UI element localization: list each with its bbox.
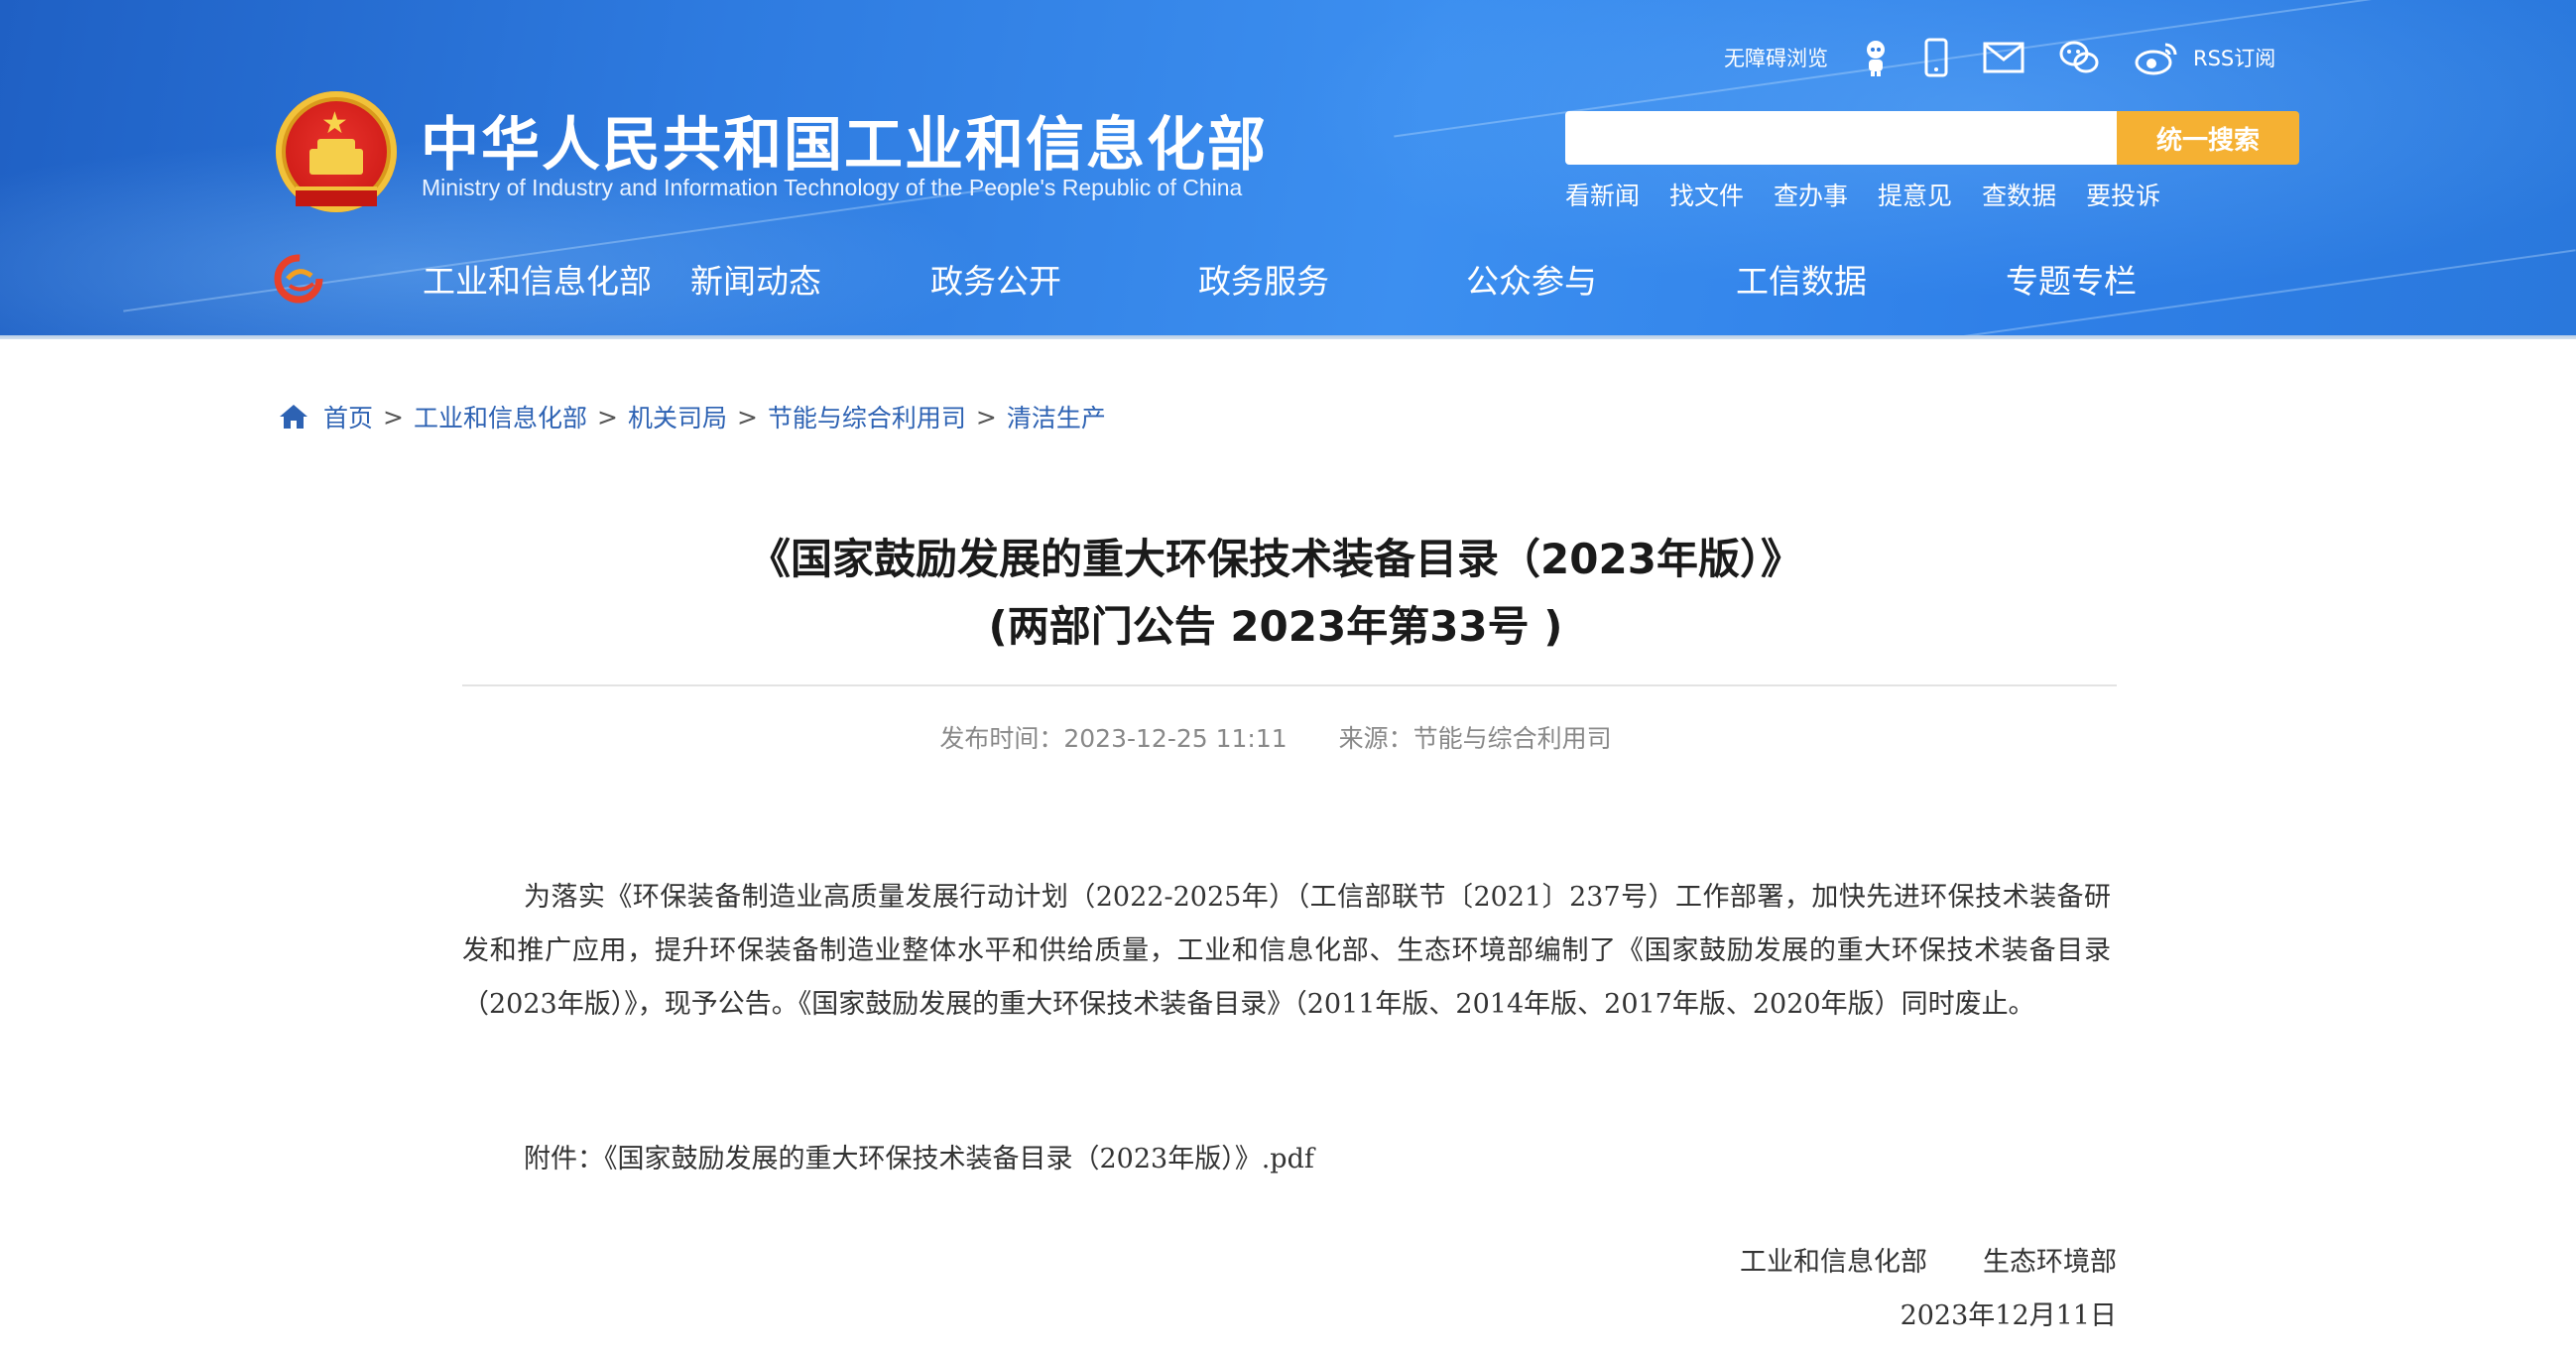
article-subtitle: (两部门公告 2023年第33号 ) (988, 602, 1563, 651)
quicklink-documents[interactable]: 找文件 (1669, 177, 1744, 212)
title-divider (462, 684, 2117, 686)
site-title[interactable]: 中华人民共和国工业和信息化部 (421, 97, 1268, 182)
attachment-line: 附件：《国家鼓励发展的重大环保技术装备目录（2023年版）》.pdf (524, 1133, 2172, 1186)
mobile-icon[interactable] (1923, 38, 1949, 77)
mail-icon[interactable] (1983, 42, 2024, 73)
breadcrumb-separator: > (975, 402, 997, 432)
nav-item-ministry[interactable]: 工业和信息化部 (423, 254, 652, 309)
article-meta: 发布时间：2023-12-25 11:11 来源：节能与综合利用司 (462, 719, 2089, 755)
rss-link[interactable]: RSS订阅 (2193, 43, 2275, 72)
signer-mee: 生态环境部 (1983, 1247, 2117, 1278)
star-icon: ★ (321, 106, 348, 141)
signing-date: 2023年12月11日 (1900, 1300, 2117, 1331)
nav-item-government-affairs[interactable]: 政务公开 (913, 254, 1182, 309)
nav-item-special-topics[interactable]: 专题专栏 (1992, 254, 2190, 309)
site-header: ★ 中华人民共和国工业和信息化部 Ministry of Industry an… (0, 0, 2576, 339)
quicklink-data[interactable]: 查数据 (1982, 177, 2056, 212)
header-shadow (0, 335, 2576, 339)
robot-assistant-icon[interactable] (1862, 38, 1890, 77)
weibo-icon[interactable] (2134, 39, 2179, 76)
nav-item-news[interactable]: 新闻动态 (643, 254, 913, 309)
breadcrumb-separator: > (736, 402, 758, 432)
nav-item-government-services[interactable]: 政务服务 (1182, 254, 1452, 309)
breadcrumb-home[interactable]: 首页 (323, 399, 373, 434)
article-title: 《国家鼓励发展的重大环保技术装备目录（2023年版）》 (749, 535, 1802, 583)
search-button[interactable]: 统一搜索 (2117, 111, 2299, 165)
accessibility-link[interactable]: 无障碍浏览 (1724, 43, 1828, 72)
quicklink-services[interactable]: 查办事 (1774, 177, 1848, 212)
signer-miit: 工业和信息化部 (1740, 1247, 1927, 1278)
ribbon-icon (296, 186, 377, 206)
breadcrumb-clean-production[interactable]: 清洁生产 (1007, 399, 1106, 434)
article-paragraph: 为落实《环保装备制造业高质量发展行动计划（2022-2025年）（工信部联节〔2… (462, 882, 2111, 1020)
breadcrumb-separator: > (596, 402, 618, 432)
main-nav: 工业和信息化部 新闻动态 政务公开 政务服务 公众参与 工信数据 专题专栏 (423, 254, 2190, 309)
publish-time: 发布时间：2023-12-25 11:11 (939, 724, 1288, 753)
home-icon[interactable] (278, 403, 309, 431)
breadcrumb-ministry[interactable]: 工业和信息化部 (414, 399, 587, 434)
quicklink-news[interactable]: 看新闻 (1565, 177, 1640, 212)
nav-item-public-participation[interactable]: 公众参与 (1452, 254, 1722, 309)
gate-icon (309, 139, 363, 175)
site-subtitle: Ministry of Industry and Information Tec… (422, 175, 1243, 200)
miit-logo-icon[interactable] (274, 254, 323, 304)
top-links: 无障碍浏览 RSS订阅 (1724, 38, 2275, 77)
article-source: 来源：节能与综合利用司 (1338, 724, 1612, 753)
attachment-link[interactable]: 《国家鼓励发展的重大环保技术装备目录（2023年版）》.pdf (604, 1144, 1314, 1174)
nav-item-data[interactable]: 工信数据 (1722, 254, 1992, 309)
quicklink-complaints[interactable]: 要投诉 (2086, 177, 2160, 212)
breadcrumb: 首页 > 工业和信息化部 > 机关司局 > 节能与综合利用司 > 清洁生产 (278, 397, 1106, 436)
breadcrumb-energy-conservation[interactable]: 节能与综合利用司 (768, 399, 966, 434)
breadcrumb-departments[interactable]: 机关司局 (628, 399, 727, 434)
search-input[interactable] (1565, 111, 2117, 165)
wechat-icon[interactable] (2058, 39, 2100, 76)
attachment-label: 附件： (524, 1144, 604, 1174)
signers: 工业和信息化部 生态环境部 (1587, 1240, 2117, 1279)
breadcrumb-separator: > (383, 402, 404, 432)
quick-links: 看新闻 找文件 查办事 提意见 查数据 要投诉 (1565, 177, 2160, 212)
quicklink-suggestions[interactable]: 提意见 (1878, 177, 1952, 212)
national-emblem-logo[interactable]: ★ (276, 91, 397, 212)
